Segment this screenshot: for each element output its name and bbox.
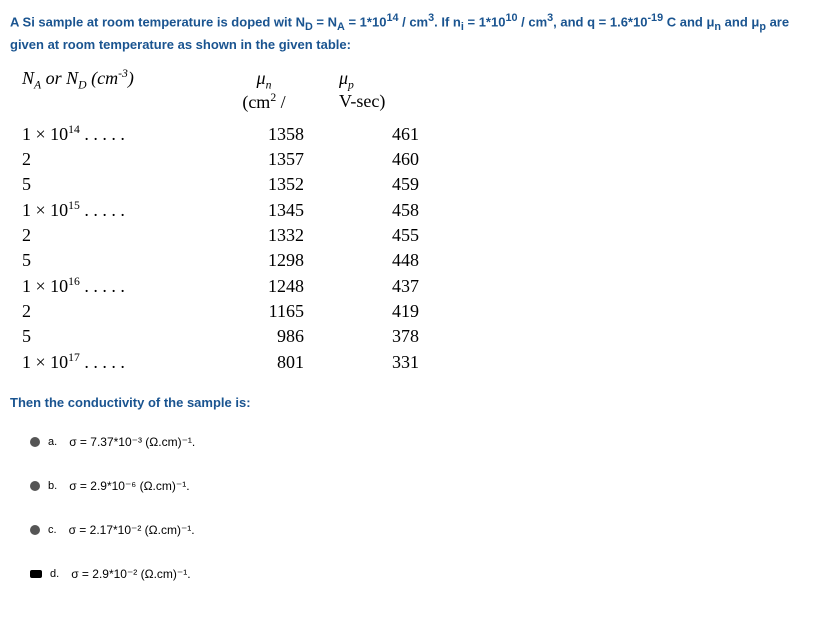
table-row: 5 986 378 [20,324,439,349]
mup-cell: 458 [324,197,439,223]
table-row: 1 × 1015 . . . . . 1345 458 [20,197,439,223]
mup-cell: 331 [324,349,439,375]
option-label: c. [48,524,57,536]
conc-cell: 1 × 1015 . . . . . [20,197,222,223]
conc-cell: 5 [20,324,222,349]
table-row: 5 1298 448 [20,248,439,273]
mup-cell: 378 [324,324,439,349]
mun-cell: 986 [222,324,324,349]
option-d[interactable]: d. σ = 2.9*10⁻² (Ω.cm)⁻¹. [30,567,809,581]
header-mup: μp V-sec) [324,65,439,122]
mun-cell: 1357 [222,147,324,172]
conc-cell: 5 [20,172,222,197]
mup-cell: 460 [324,147,439,172]
mup-cell: 461 [324,121,439,147]
mun-cell: 1358 [222,121,324,147]
option-text: σ = 2.17*10⁻² (Ω.cm)⁻¹. [69,523,195,537]
option-c[interactable]: c. σ = 2.17*10⁻² (Ω.cm)⁻¹. [30,523,809,537]
mup-cell: 448 [324,248,439,273]
table-row: 1 × 1017 . . . . . 801 331 [20,349,439,375]
mun-cell: 1165 [222,299,324,324]
option-label: d. [50,568,59,580]
option-b[interactable]: b. σ = 2.9*10⁻⁶ (Ω.cm)⁻¹. [30,479,809,493]
conc-cell: 1 × 1016 . . . . . [20,273,222,299]
mun-cell: 801 [222,349,324,375]
header-mun: μn (cm2 / [222,65,324,122]
option-text: σ = 7.37*10⁻³ (Ω.cm)⁻¹. [69,435,195,449]
radio-icon [30,437,40,447]
radio-icon [30,481,40,491]
answer-options: a. σ = 7.37*10⁻³ (Ω.cm)⁻¹. b. σ = 2.9*10… [30,435,809,581]
conc-cell: 1 × 1017 . . . . . [20,349,222,375]
question-intro: A Si sample at room temperature is doped… [10,10,809,55]
option-text: σ = 2.9*10⁻⁶ (Ω.cm)⁻¹. [69,479,189,493]
conc-cell: 2 [20,299,222,324]
option-label: b. [48,480,57,492]
mun-cell: 1298 [222,248,324,273]
conc-cell: 1 × 1014 . . . . . [20,121,222,147]
table-row: 5 1352 459 [20,172,439,197]
header-concentration: NA or ND (cm-3) [20,65,222,122]
mun-cell: 1352 [222,172,324,197]
conc-cell: 2 [20,223,222,248]
mun-cell: 1248 [222,273,324,299]
mup-cell: 455 [324,223,439,248]
conc-cell: 2 [20,147,222,172]
mup-cell: 419 [324,299,439,324]
mun-cell: 1345 [222,197,324,223]
table-row: 1 × 1014 . . . . . 1358 461 [20,121,439,147]
radio-icon [30,570,42,578]
table-row: 2 1332 455 [20,223,439,248]
table-row: 2 1165 419 [20,299,439,324]
option-text: σ = 2.9*10⁻² (Ω.cm)⁻¹. [71,567,190,581]
mup-cell: 459 [324,172,439,197]
mup-cell: 437 [324,273,439,299]
table-header: NA or ND (cm-3) μn (cm2 / μp V-sec) [20,65,439,122]
mun-cell: 1332 [222,223,324,248]
option-label: a. [48,436,57,448]
question-conclusion: Then the conductivity of the sample is: [10,395,809,410]
table-row: 2 1357 460 [20,147,439,172]
radio-icon [30,525,40,535]
mobility-table: NA or ND (cm-3) μn (cm2 / μp V-sec) 1 × … [20,65,809,376]
option-a[interactable]: a. σ = 7.37*10⁻³ (Ω.cm)⁻¹. [30,435,809,449]
conc-cell: 5 [20,248,222,273]
table-row: 1 × 1016 . . . . . 1248 437 [20,273,439,299]
